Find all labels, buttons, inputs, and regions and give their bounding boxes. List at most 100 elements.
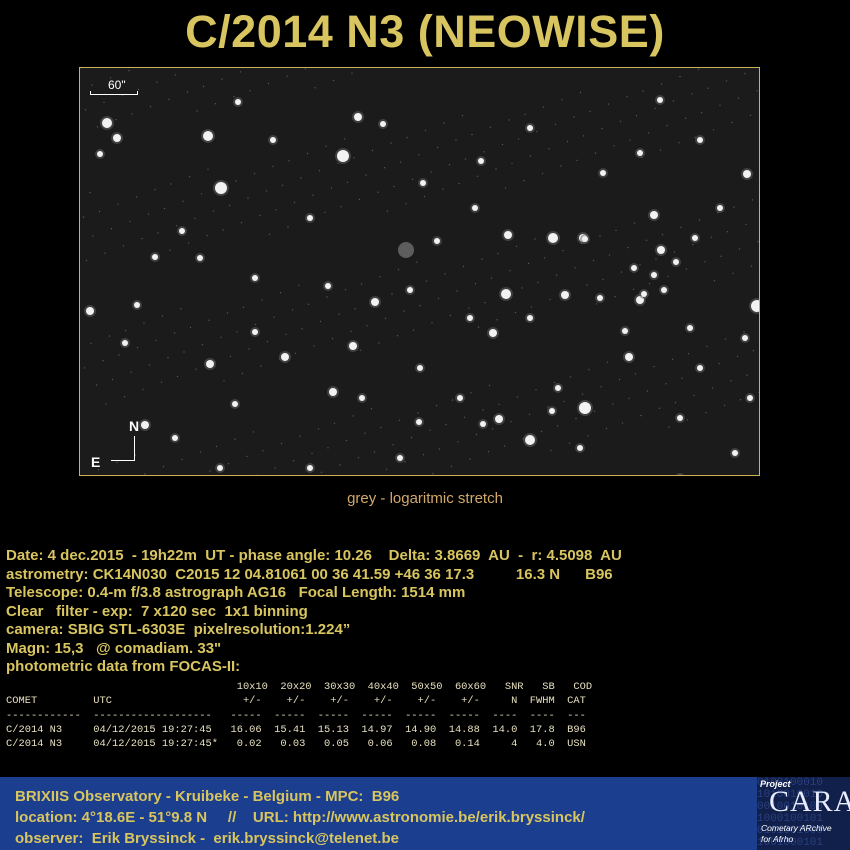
noise-speck bbox=[221, 78, 223, 80]
noise-speck bbox=[412, 329, 415, 331]
noise-speck bbox=[475, 433, 478, 436]
noise-speck bbox=[490, 277, 493, 279]
noise-speck bbox=[345, 439, 348, 442]
star bbox=[307, 215, 313, 221]
noise-speck bbox=[370, 408, 373, 410]
noise-speck bbox=[700, 112, 703, 114]
noise-speck bbox=[406, 136, 408, 139]
footer-observer-email[interactable]: observer: Erik Bryssinck - erik.bryssinc… bbox=[15, 828, 585, 849]
noise-speck bbox=[432, 472, 434, 475]
noise-speck bbox=[431, 322, 433, 324]
noise-speck bbox=[384, 317, 387, 320]
star bbox=[417, 365, 423, 371]
noise-speck bbox=[397, 268, 400, 271]
noise-speck bbox=[411, 178, 414, 180]
noise-speck bbox=[601, 127, 603, 130]
star bbox=[307, 465, 313, 471]
noise-speck bbox=[746, 374, 748, 376]
noise-speck bbox=[528, 413, 531, 415]
noise-speck bbox=[483, 151, 485, 153]
star bbox=[677, 475, 683, 476]
noise-speck bbox=[562, 249, 564, 252]
noise-speck bbox=[542, 106, 545, 108]
noise-speck bbox=[240, 222, 243, 224]
noise-speck bbox=[423, 195, 426, 198]
noise-speck bbox=[737, 97, 740, 99]
noise-speck bbox=[487, 451, 490, 453]
noise-speck bbox=[131, 113, 133, 115]
noise-speck bbox=[260, 365, 262, 367]
noise-speck bbox=[693, 394, 695, 397]
noise-speck bbox=[154, 188, 156, 191]
noise-speck bbox=[666, 124, 668, 127]
noise-speck bbox=[144, 473, 146, 475]
noise-speck bbox=[718, 362, 720, 365]
info-line-filter: Clear filter - exp: 7 x120 sec 1x1 binni… bbox=[6, 602, 308, 620]
noise-speck bbox=[380, 426, 382, 429]
noise-speck bbox=[163, 207, 166, 210]
noise-speck bbox=[444, 273, 446, 275]
star bbox=[622, 328, 628, 334]
noise-speck bbox=[344, 289, 347, 291]
noise-speck bbox=[378, 342, 380, 344]
noise-speck bbox=[148, 364, 151, 366]
noise-speck bbox=[143, 322, 145, 324]
starfield bbox=[80, 68, 759, 476]
noise-speck bbox=[612, 403, 614, 405]
noise-speck bbox=[457, 441, 459, 443]
star bbox=[179, 228, 185, 234]
noise-speck bbox=[338, 313, 340, 315]
noise-speck bbox=[445, 423, 447, 426]
east-label: E bbox=[91, 454, 101, 470]
star bbox=[217, 465, 223, 471]
noise-speck bbox=[588, 368, 590, 371]
noise-speck bbox=[319, 320, 322, 323]
noise-speck bbox=[180, 307, 182, 310]
noise-speck bbox=[220, 336, 222, 339]
noise-speck bbox=[326, 296, 328, 298]
noise-speck bbox=[673, 251, 676, 253]
noise-speck bbox=[751, 199, 754, 201]
noise-speck bbox=[422, 454, 425, 456]
noise-speck bbox=[96, 126, 99, 128]
star bbox=[742, 335, 748, 341]
noise-speck bbox=[383, 167, 386, 169]
noise-speck bbox=[330, 187, 333, 189]
star bbox=[641, 291, 647, 297]
noise-speck bbox=[142, 388, 144, 391]
noise-speck bbox=[287, 226, 289, 228]
noise-speck bbox=[129, 220, 131, 223]
noise-speck bbox=[443, 122, 445, 124]
noise-speck bbox=[687, 353, 690, 355]
noise-speck bbox=[92, 235, 94, 237]
noise-speck bbox=[449, 314, 452, 317]
comet-coma bbox=[398, 242, 414, 258]
noise-speck bbox=[246, 455, 248, 458]
noise-speck bbox=[337, 162, 339, 165]
noise-speck bbox=[471, 133, 473, 136]
noise-speck bbox=[712, 129, 715, 131]
star bbox=[697, 365, 703, 371]
noise-speck bbox=[606, 361, 609, 363]
noise-speck bbox=[556, 425, 559, 427]
noise-speck bbox=[739, 399, 742, 401]
noise-speck bbox=[236, 331, 238, 333]
star bbox=[661, 287, 667, 293]
footer-location-url[interactable]: location: 4°18.6E - 51°9.8 N // URL: htt… bbox=[15, 807, 585, 828]
noise-speck bbox=[634, 373, 637, 375]
noise-speck bbox=[738, 248, 741, 250]
noise-speck bbox=[618, 378, 621, 381]
noise-speck bbox=[83, 367, 86, 369]
star bbox=[677, 415, 683, 421]
noise-speck bbox=[684, 117, 687, 119]
noise-speck bbox=[181, 458, 183, 461]
noise-speck bbox=[354, 307, 356, 310]
noise-speck bbox=[581, 393, 584, 395]
noise-speck bbox=[353, 157, 355, 159]
noise-speck bbox=[661, 234, 664, 236]
noise-speck bbox=[80, 68, 81, 69]
noise-speck bbox=[84, 109, 87, 111]
star bbox=[235, 99, 241, 105]
noise-speck bbox=[385, 468, 388, 470]
star bbox=[577, 445, 583, 451]
